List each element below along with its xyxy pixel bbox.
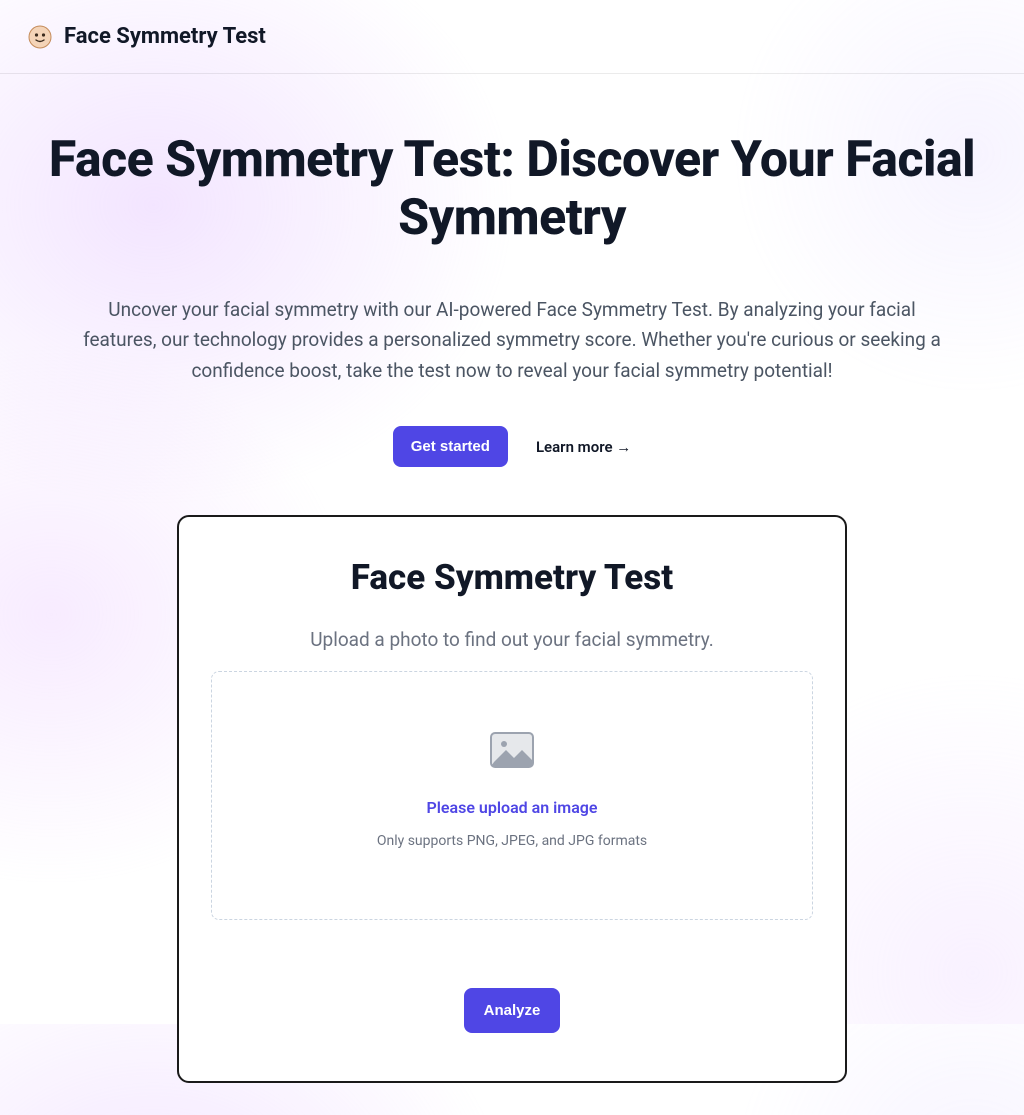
analyze-button[interactable]: Analyze xyxy=(464,988,561,1033)
hero-description: Uncover your facial symmetry with our AI… xyxy=(72,295,952,386)
get-started-button[interactable]: Get started xyxy=(393,426,508,467)
hero-heading: Face Symmetry Test: Discover Your Facial… xyxy=(48,132,976,247)
upload-dropzone[interactable]: Please upload an image Only supports PNG… xyxy=(211,671,813,920)
upload-card: Face Symmetry Test Upload a photo to fin… xyxy=(177,515,847,1083)
learn-more-link[interactable]: Learn more → xyxy=(536,438,631,456)
card-subtitle: Upload a photo to find out your facial s… xyxy=(211,628,813,651)
card-title: Face Symmetry Test xyxy=(211,557,813,598)
upload-prompt: Please upload an image xyxy=(236,798,788,817)
cta-row: Get started Learn more → xyxy=(48,426,976,467)
upload-hint: Only supports PNG, JPEG, and JPG formats xyxy=(236,833,788,849)
analyze-row: Analyze xyxy=(211,988,813,1033)
app-title: Face Symmetry Test xyxy=(64,24,266,49)
image-placeholder-icon xyxy=(490,732,534,768)
header: Face Symmetry Test xyxy=(0,0,1024,74)
hero-section: Face Symmetry Test: Discover Your Facial… xyxy=(0,74,1024,1115)
app-logo xyxy=(28,25,52,49)
